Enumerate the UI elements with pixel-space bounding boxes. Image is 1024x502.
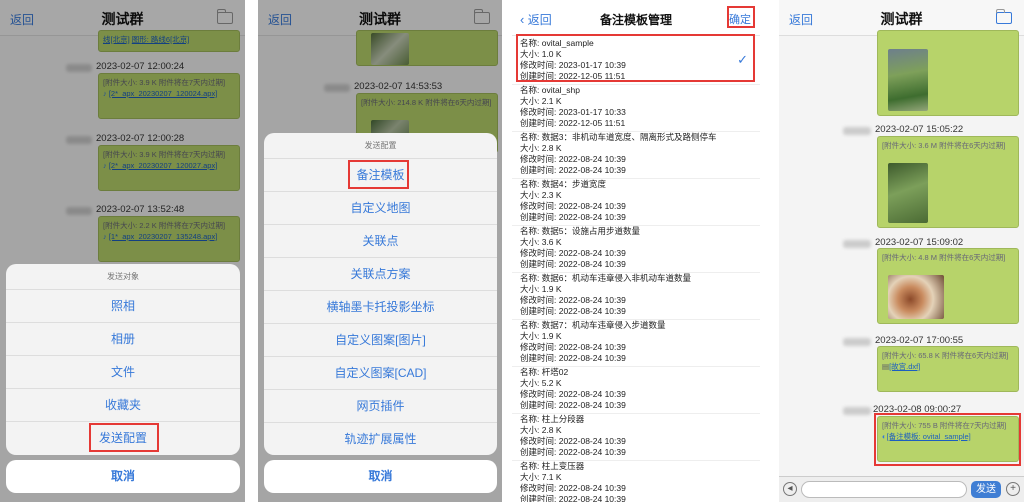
template-mtime: 修改时间: 2022-08-24 10:39 [520, 483, 626, 493]
template-item[interactable]: 名称: 杆塔02 大小: 5.2 K 修改时间: 2022-08-24 10:3… [512, 367, 760, 414]
cancel-button[interactable]: 取消 [6, 460, 240, 493]
template-item[interactable]: 名称: 数据7：机动车违章侵入步道数量 大小: 1.9 K 修改时间: 2022… [512, 320, 760, 367]
image-bubble[interactable] [877, 30, 1019, 116]
template-ctime: 创建时间: 2022-08-24 10:39 [520, 353, 626, 363]
attachment-size: [附件大小: 4.8 M 附件将在6天内过期] [882, 253, 1006, 262]
template-name: 名称: 杆塔02 [520, 367, 569, 377]
template-mtime: 修改时间: 2023-01-17 10:33 [520, 107, 626, 117]
highlight-box [89, 423, 159, 452]
template-size: 大小: 3.6 K [520, 237, 562, 247]
template-size: 大小: 2.3 K [520, 190, 562, 200]
template-mtime: 修改时间: 2022-08-24 10:39 [520, 389, 626, 399]
template-mtime: 修改时间: 2022-08-24 10:39 [520, 201, 626, 211]
message-time: 2023-02-07 17:00:55 [875, 335, 964, 346]
menu-item-camera[interactable]: 照相 [6, 290, 240, 323]
attachment-link[interactable]: [故宫.dxf] [889, 362, 920, 371]
template-ctime: 创建时间: 2022-08-24 10:39 [520, 165, 626, 175]
panel-chat-send-config: 返回 测试群 2023-02-07 14:53:53 [附件大小: 214.8 … [258, 0, 502, 502]
template-item[interactable]: 名称: 数据4：步道宽度 大小: 2.3 K 修改时间: 2022-08-24 … [512, 179, 760, 226]
template-name: 名称: 柱上分段器 [520, 414, 585, 424]
folder-icon[interactable] [995, 9, 1012, 24]
highlight-box [348, 160, 409, 189]
menu-item-custom-map[interactable]: 自定义地图 [264, 192, 497, 225]
template-item[interactable]: 名称: 数据3：非机动车道宽度、隔离形式及路侧停车 大小: 2.8 K 修改时间… [512, 132, 760, 179]
photo-thumbnail[interactable] [888, 275, 944, 319]
menu-item-linked-point-plan[interactable]: 关联点方案 [264, 258, 497, 291]
sender-avatar-name [843, 127, 871, 135]
menu-item-favorites[interactable]: 收藏夹 [6, 389, 240, 422]
sheet-caption: 发送对象 [6, 264, 240, 290]
template-name: 名称: ovital_shp [520, 85, 580, 95]
template-size: 大小: 2.8 K [520, 143, 562, 153]
template-name: 名称: 数据7：机动车违章侵入步道数量 [520, 320, 666, 330]
audio-toggle-icon[interactable]: ◂ [783, 482, 797, 496]
highlight-box [874, 413, 1021, 466]
menu-item-track-extension[interactable]: 轨迹扩展属性 [264, 423, 497, 455]
menu-item-custom-pattern-cad[interactable]: 自定义图案[CAD] [264, 357, 497, 390]
template-size: 大小: 7.1 K [520, 472, 562, 482]
template-mtime: 修改时间: 2022-08-24 10:39 [520, 154, 626, 164]
template-item[interactable]: 名称: 柱上变压器 大小: 7.1 K 修改时间: 2022-08-24 10:… [512, 461, 760, 502]
send-button[interactable]: 发送 [971, 481, 1001, 498]
template-name: 名称: 数据6：机动车违章侵入非机动车道数量 [520, 273, 691, 283]
sender-avatar-name [843, 338, 871, 346]
message-time: 2023-02-07 15:05:22 [875, 124, 964, 135]
template-size: 大小: 1.9 K [520, 284, 562, 294]
template-size: 大小: 5.2 K [520, 378, 562, 388]
image-bubble[interactable]: [附件大小: 3.6 M 附件将在6天内过期] [877, 136, 1019, 228]
menu-item-custom-pattern-image[interactable]: 自定义图案[图片] [264, 324, 497, 357]
template-name: 名称: 柱上变压器 [520, 461, 585, 471]
template-item[interactable]: 名称: 柱上分段器 大小: 2.8 K 修改时间: 2022-08-24 10:… [512, 414, 760, 461]
template-name: 名称: 数据5：设施占用步道数量 [520, 226, 640, 236]
page-title: 测试群 [880, 11, 923, 27]
template-size: 大小: 2.1 K [520, 96, 562, 106]
template-ctime: 创建时间: 2022-08-24 10:39 [520, 494, 626, 502]
template-item[interactable]: 名称: 数据6：机动车违章侵入非机动车道数量 大小: 1.9 K 修改时间: 2… [512, 273, 760, 320]
sheet-caption: 发送配置 [264, 133, 497, 159]
template-mtime: 修改时间: 2022-08-24 10:39 [520, 248, 626, 258]
message-time: 2023-02-07 15:09:02 [875, 237, 964, 248]
template-name: 名称: 数据4：步道宽度 [520, 179, 606, 189]
attachment-size: [附件大小: 3.6 M 附件将在6天内过期] [882, 141, 1006, 150]
template-item[interactable]: 名称: 数据5：设施占用步道数量 大小: 3.6 K 修改时间: 2022-08… [512, 226, 760, 273]
menu-item-linked-point[interactable]: 关联点 [264, 225, 497, 258]
template-mtime: 修改时间: 2022-08-24 10:39 [520, 295, 626, 305]
template-mtime: 修改时间: 2022-08-24 10:39 [520, 436, 626, 446]
template-ctime: 创建时间: 2022-08-24 10:39 [520, 400, 626, 410]
panel-chat-send-object: 返回 测试群 线[北京] 图形: 路线6[北京] 2023-02-07 12:0… [0, 0, 245, 502]
template-ctime: 创建时间: 2022-08-24 10:39 [520, 259, 626, 269]
menu-item-album[interactable]: 相册 [6, 323, 240, 356]
highlight-box [727, 6, 755, 28]
message-input[interactable] [801, 481, 967, 498]
template-item[interactable]: 名称: ovital_shp 大小: 2.1 K 修改时间: 2023-01-1… [512, 85, 760, 132]
sender-avatar-name [843, 240, 871, 248]
highlight-box [516, 34, 755, 82]
attachment-bubble[interactable]: [附件大小: 65.8 K 附件将在6天内过期] ▤[故宫.dxf] [877, 346, 1019, 392]
template-name: 名称: 数据3：非机动车道宽度、隔离形式及路侧停车 [520, 132, 717, 142]
photo-thumbnail[interactable] [888, 49, 928, 111]
cancel-button[interactable]: 取消 [264, 460, 497, 493]
image-bubble[interactable]: [附件大小: 4.8 M 附件将在6天内过期] [877, 248, 1019, 324]
template-size: 大小: 2.8 K [520, 425, 562, 435]
panel-chat-after-send: 返回 测试群 2023-02-07 15:05:22 [附件大小: 3.6 M … [779, 0, 1024, 502]
photo-thumbnail[interactable] [888, 163, 928, 223]
template-size: 大小: 1.9 K [520, 331, 562, 341]
menu-item-utm-coordinates[interactable]: 横轴墨卡托投影坐标 [264, 291, 497, 324]
menu-item-file[interactable]: 文件 [6, 356, 240, 389]
template-ctime: 创建时间: 2022-08-24 10:39 [520, 212, 626, 222]
sender-avatar-name [843, 407, 871, 415]
template-mtime: 修改时间: 2022-08-24 10:39 [520, 342, 626, 352]
plus-icon[interactable]: + [1006, 482, 1020, 496]
menu-item-web-plugin[interactable]: 网页插件 [264, 390, 497, 423]
nav-bar: ‹ 返回 备注模板管理 确定 [512, 0, 760, 36]
template-ctime: 创建时间: 2022-08-24 10:39 [520, 306, 626, 316]
attachment-size: [附件大小: 65.8 K 附件将在6天内过期] [882, 351, 1009, 360]
page-title: 备注模板管理 [599, 13, 672, 27]
panel-template-manager: ‹ 返回 备注模板管理 确定 名称: ovital_sample 大小: 1.0… [512, 0, 760, 502]
template-ctime: 创建时间: 2022-12-05 11:51 [520, 118, 626, 128]
template-ctime: 创建时间: 2022-08-24 10:39 [520, 447, 626, 457]
input-bar: ◂ 发送 + [779, 476, 1024, 502]
